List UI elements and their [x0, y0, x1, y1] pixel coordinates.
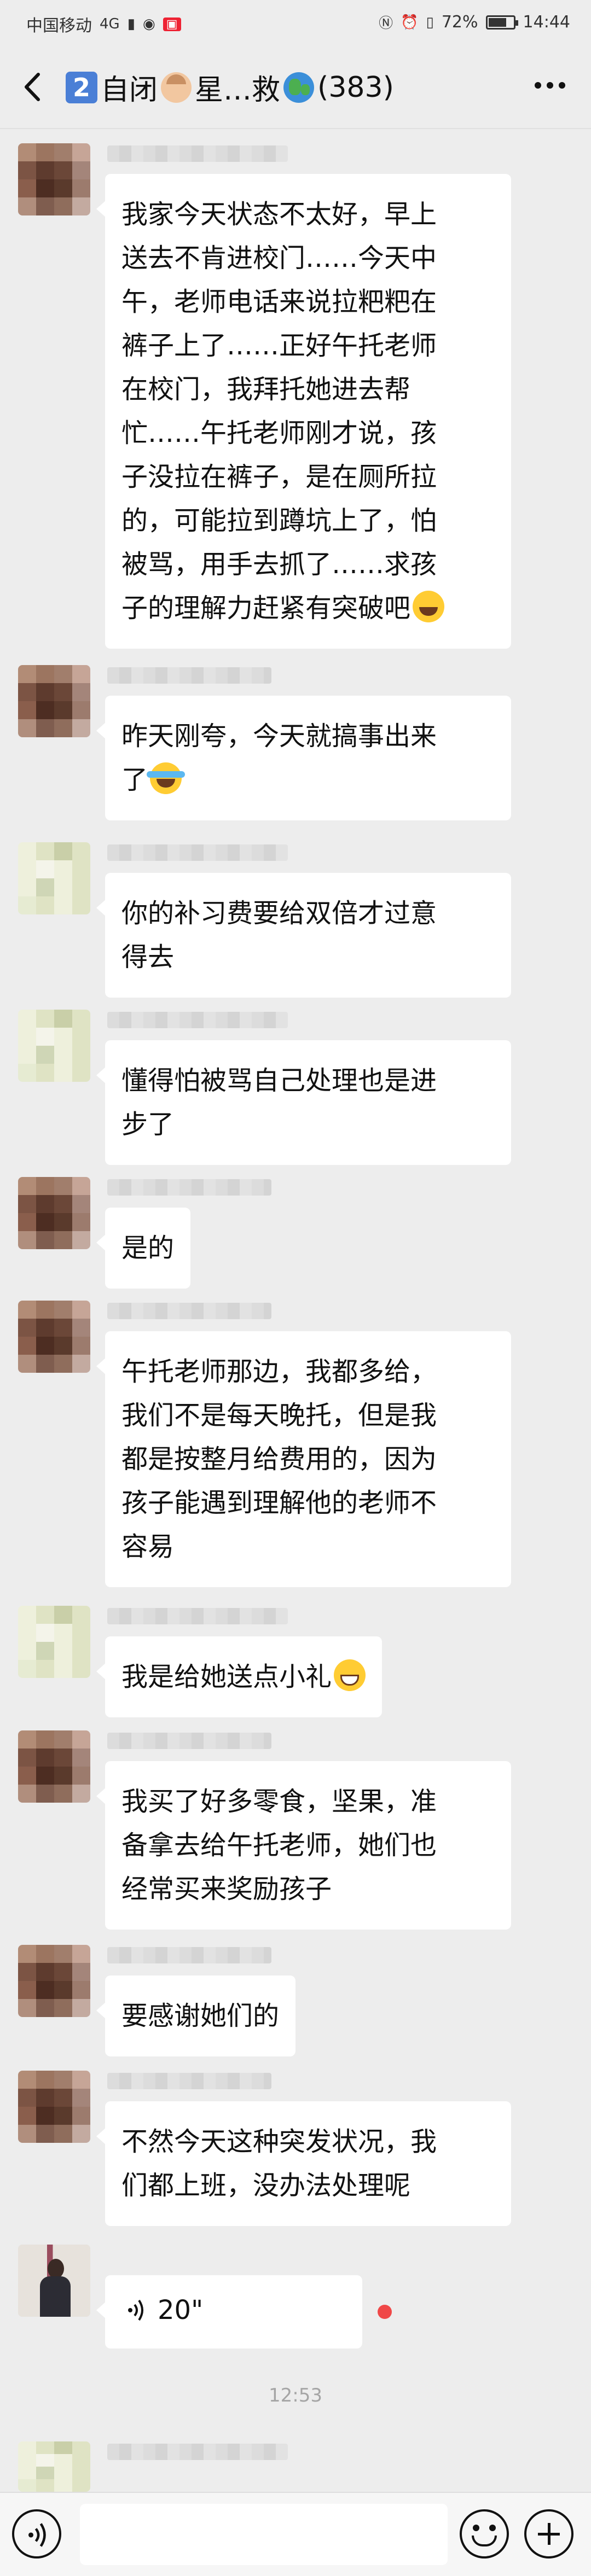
- avatar[interactable]: [18, 1301, 90, 1373]
- message-bubble[interactable]: 我买了好多零食，坚果，准 备拿去给午托老师，她们也 经常买来奖励孩子: [96, 1761, 511, 1930]
- message-bubble[interactable]: 是的: [96, 1208, 191, 1289]
- message-text: 要感谢她们的: [121, 2001, 280, 2031]
- message-bubble[interactable]: 我家今天状态不太好，早上 送去不肯进校门……今天中 午，老师电话来说拉粑粑在 裤…: [96, 174, 511, 649]
- battery-icon: [485, 15, 518, 30]
- chevron-left-icon: [25, 73, 40, 101]
- nfc-icon: Ⓝ: [379, 15, 393, 32]
- clock: 14:44: [523, 13, 570, 32]
- signal-icon: ▮: [127, 16, 136, 32]
- message-bubble[interactable]: 你的补习费要给双倍才过意 得去: [96, 873, 511, 998]
- member-count: (383): [317, 71, 394, 104]
- input-bar: [0, 2492, 591, 2576]
- carrier-label: 中国移动: [26, 16, 92, 36]
- eye-icon: ◉: [143, 16, 155, 32]
- chat-title: 2 自闭 星…救 (383): [66, 67, 394, 108]
- message-bubble[interactable]: 懂得怕被骂自己处理也是进 步了: [96, 1040, 511, 1165]
- sender-name-blurred: [107, 1179, 271, 1196]
- avatar[interactable]: [18, 1945, 90, 2017]
- sender-name-blurred: [107, 1608, 288, 1624]
- alarm-icon: ⏰: [401, 14, 419, 31]
- avatar[interactable]: [18, 143, 90, 215]
- back-button[interactable]: [16, 68, 49, 106]
- message-bubble[interactable]: 我是给她送点小礼: [96, 1636, 383, 1717]
- unread-indicator: [378, 2305, 392, 2319]
- message-bubble[interactable]: 要感谢她们的: [96, 1975, 296, 2056]
- message-text: 你的补习费要给双倍才过意 得去: [121, 898, 437, 972]
- voice-input-button[interactable]: [12, 2509, 61, 2558]
- message-text: 不然今天这种突发状况，我 们都上班，没办法处理呢: [121, 2126, 437, 2201]
- title-text-1: 自闭: [101, 74, 158, 107]
- avatar[interactable]: [18, 2071, 90, 2143]
- keycap-number-icon: 2: [66, 71, 97, 103]
- status-bar: 中国移动 4G ▮ ◉ ▣ Ⓝ ⏰ ▯ 72% 14:44: [0, 0, 591, 46]
- dot-icon: [535, 82, 541, 89]
- message-bubble[interactable]: 不然今天这种突发状况，我 们都上班，没办法处理呢: [96, 2101, 511, 2226]
- baby-face-icon: [161, 72, 192, 103]
- avatar[interactable]: [18, 2441, 90, 2492]
- message-bubble[interactable]: 午托老师那边，我都多给， 我们不是每天晚托，但是我 都是按整月给费用的，因为 孩…: [96, 1331, 511, 1587]
- message-text: 我是给她送点小礼: [121, 1662, 332, 1692]
- grinning-emoji-icon: [334, 1659, 366, 1691]
- avatar[interactable]: [18, 1010, 90, 1082]
- sender-name-blurred: [107, 1012, 288, 1028]
- chat-header: 2 自闭 星…救 (383): [0, 46, 591, 129]
- avatar[interactable]: [18, 1606, 90, 1678]
- sender-name-blurred: [107, 145, 288, 162]
- sender-name-blurred: [107, 2073, 271, 2089]
- voice-wave-icon: [128, 2299, 143, 2321]
- sender-name-blurred: [107, 1733, 271, 1749]
- more-actions-button[interactable]: [524, 2509, 573, 2558]
- dot-icon: [559, 82, 565, 89]
- dot-icon: [547, 82, 553, 89]
- message-list[interactable]: 我家今天状态不太好，早上 送去不肯进校门……今天中 午，老师电话来说拉粑粑在 裤…: [0, 129, 591, 2492]
- message-text: 我买了好多零食，坚果，准 备拿去给午托老师，她们也 经常买来奖励孩子: [121, 1786, 437, 1904]
- avatar[interactable]: [18, 1177, 90, 1249]
- sender-name-blurred: [107, 844, 288, 861]
- sender-name-blurred: [107, 1947, 271, 1963]
- timestamp: 12:53: [269, 2385, 322, 2406]
- voice-wave-icon: [28, 2523, 46, 2547]
- avatar[interactable]: [18, 1730, 90, 1803]
- battery-percent: 72%: [441, 13, 478, 32]
- tears-of-joy-emoji-icon: [413, 591, 445, 622]
- vibrate-icon: ▯: [426, 14, 434, 31]
- voice-duration: 20": [158, 2295, 204, 2326]
- avatar[interactable]: [18, 842, 90, 914]
- sender-name-blurred: [107, 2444, 288, 2460]
- title-text-2: 星…救: [195, 74, 281, 107]
- globe-icon: [283, 72, 315, 103]
- message-input[interactable]: [80, 2504, 448, 2565]
- message-text: 是的: [121, 1233, 175, 1263]
- emoji-button[interactable]: [460, 2509, 509, 2558]
- avatar[interactable]: [18, 2245, 90, 2317]
- more-options-button[interactable]: [531, 74, 569, 96]
- crying-laughing-emoji-icon: [147, 762, 186, 794]
- sender-name-blurred: [107, 1303, 271, 1319]
- voice-message-bubble[interactable]: 20": [96, 2275, 362, 2348]
- sender-name-blurred: [107, 667, 271, 684]
- message-text: 午托老师那边，我都多给， 我们不是每天晚托，但是我 都是按整月给费用的，因为 孩…: [121, 1356, 437, 1562]
- message-text: 我家今天状态不太好，早上 送去不肯进校门……今天中 午，老师电话来说拉粑粑在 裤…: [121, 199, 437, 623]
- avatar[interactable]: [18, 665, 90, 737]
- network-type-label: 4G: [100, 16, 120, 32]
- message-text: 懂得怕被骂自己处理也是进 步了: [121, 1065, 437, 1140]
- notification-icon: ▣: [163, 17, 181, 31]
- message-bubble[interactable]: 昨天刚夸，今天就搞事出来 了: [96, 696, 511, 820]
